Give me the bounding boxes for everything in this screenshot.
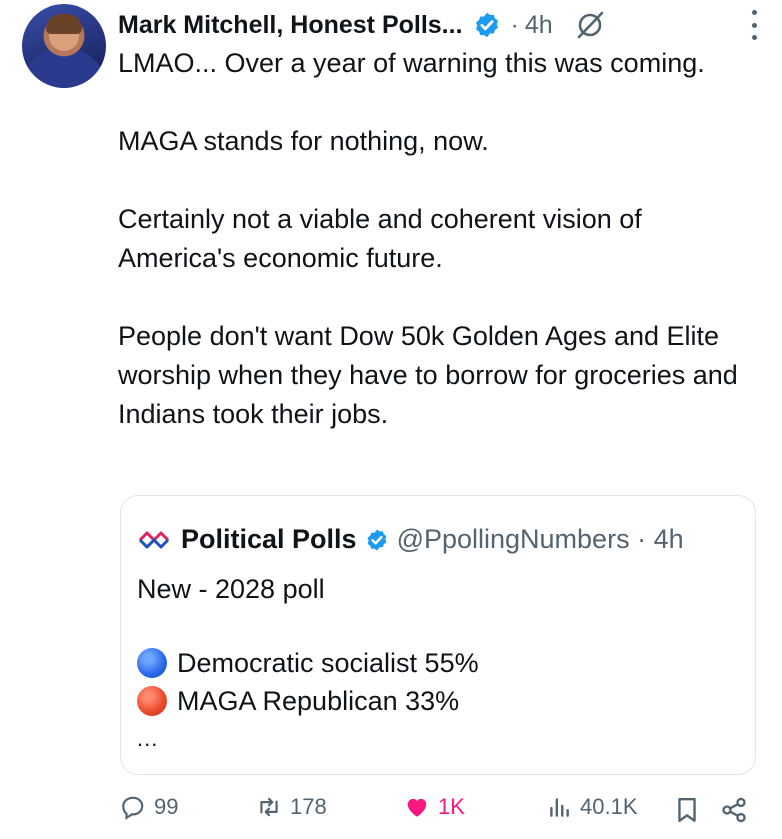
more-options-icon[interactable] [750,10,758,40]
view-count: 40.1K [580,794,638,819]
grok-icon[interactable] [575,10,605,40]
poll-result-text: Democratic socialist 55% [177,648,479,678]
views-icon [550,798,569,817]
author-avatar[interactable] [22,4,106,88]
quoted-author-name[interactable]: Political Polls [181,524,357,555]
tweet-paragraph: MAGA stands for nothing, now. [118,126,489,156]
reply-icon [122,796,144,820]
bookmark-icon[interactable] [674,796,700,824]
reply-count: 99 [154,794,179,819]
tweet-text: LMAO... Over a year of warning this was … [118,44,758,473]
repost-count: 178 [290,794,327,819]
verified-badge-icon [367,529,386,550]
tweet-paragraph: People don't want Dow 50k Golden Ages an… [118,321,738,429]
quoted-tweet-card[interactable]: Political Polls @PpollingNumbers · 4h Ne… [120,495,756,775]
author-name[interactable]: Mark Mitchell, Honest Polls... [118,11,463,40]
poll-result-item: MAGA Republican 33% [137,682,479,720]
tweet-action-bar: 99 178 1K 40.1K [120,794,760,832]
like-count: 1K [438,794,465,819]
post-time[interactable]: 4h [525,11,553,40]
tweet-paragraph: Certainly not a viable and coherent visi… [118,204,642,273]
verified-badge-icon [475,12,498,38]
heart-icon [407,798,427,817]
repost-button[interactable]: 178 [256,794,327,820]
poll-results-list: Democratic socialist 55% MAGA Republican… [137,644,479,720]
red-circle-icon [137,686,167,716]
share-icon[interactable] [720,796,748,824]
like-button[interactable]: 1K [404,794,465,820]
tweet-header: Mark Mitchell, Honest Polls... · 4h [118,6,762,44]
repost-icon [260,797,278,817]
reply-button[interactable]: 99 [120,794,178,820]
time-separator: · [510,10,519,39]
quoted-tweet-header: Political Polls @PpollingNumbers · 4h [137,524,684,555]
quoted-tweet-text: New - 2028 poll [137,574,325,604]
quoted-handle-time[interactable]: @PpollingNumbers · 4h [397,524,684,555]
truncation-ellipsis: ... [137,726,159,751]
views-button[interactable]: 40.1K [546,794,638,820]
poll-result-item: Democratic socialist 55% [137,644,479,682]
tweet-paragraph: LMAO... Over a year of warning this was … [118,48,705,78]
poll-result-text: MAGA Republican 33% [177,686,460,716]
political-polls-logo-icon [138,531,170,548]
blue-circle-icon [137,648,167,678]
